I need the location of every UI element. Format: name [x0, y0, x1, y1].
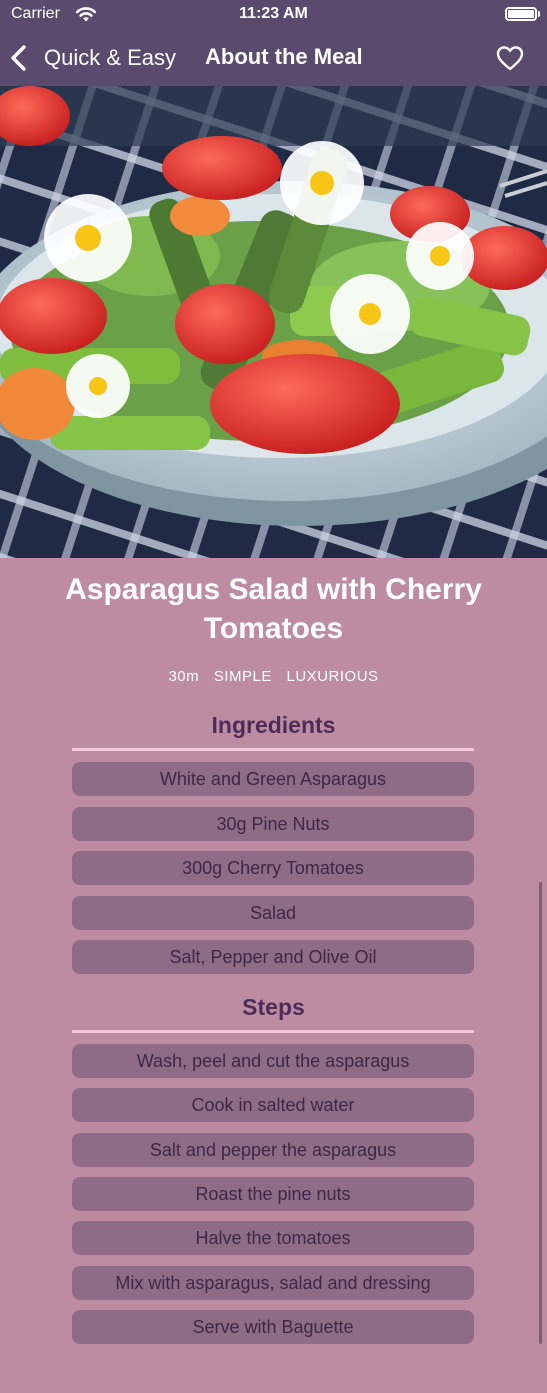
- scroll-indicator[interactable]: [539, 882, 542, 1344]
- meal-complexity: SIMPLE: [213, 668, 272, 685]
- step-item: Cook in salted water: [72, 1088, 474, 1122]
- chevron-left-icon: [11, 45, 26, 71]
- ingredient-item: 30g Pine Nuts: [72, 807, 474, 841]
- battery-icon: [505, 7, 537, 21]
- ingredient-item: Salad: [72, 896, 474, 930]
- ingredients-divider: [72, 748, 474, 751]
- meal-meta: 30m SIMPLE LUXURIOUS: [0, 668, 547, 685]
- back-label: Quick & Easy: [44, 45, 177, 70]
- step-item: Roast the pine nuts: [72, 1177, 474, 1211]
- favorite-button[interactable]: [496, 45, 524, 71]
- status-time: 11:23 AM: [239, 5, 308, 22]
- navigation-bar: Quick & Easy About the Meal: [0, 30, 547, 86]
- meal-duration: 30m: [168, 668, 200, 685]
- steps-heading: Steps: [242, 994, 305, 1020]
- step-item: Salt and pepper the asparagus: [72, 1133, 474, 1167]
- page-title: About the Meal: [205, 44, 363, 69]
- ingredients-heading: Ingredients: [211, 712, 336, 738]
- meal-image: [0, 86, 547, 558]
- ingredient-item: Salt, Pepper and Olive Oil: [72, 940, 474, 974]
- meal-affordability: LUXURIOUS: [286, 668, 379, 685]
- steps-divider: [72, 1030, 474, 1033]
- meal-details: Asparagus Salad with Cherry Tomatoes 30m…: [0, 558, 547, 1393]
- back-button[interactable]: Quick & Easy: [8, 40, 176, 76]
- meal-title: Asparagus Salad with Cherry Tomatoes: [65, 573, 482, 645]
- ingredient-item: White and Green Asparagus: [72, 762, 474, 796]
- step-item: Wash, peel and cut the asparagus: [72, 1044, 474, 1078]
- step-item: Serve with Baguette: [72, 1310, 474, 1344]
- step-item: Halve the tomatoes: [72, 1221, 474, 1255]
- step-item: Mix with asparagus, salad and dressing: [72, 1266, 474, 1300]
- status-bar: Carrier 11:23 AM: [0, 0, 547, 30]
- ingredient-item: 300g Cherry Tomatoes: [72, 851, 474, 885]
